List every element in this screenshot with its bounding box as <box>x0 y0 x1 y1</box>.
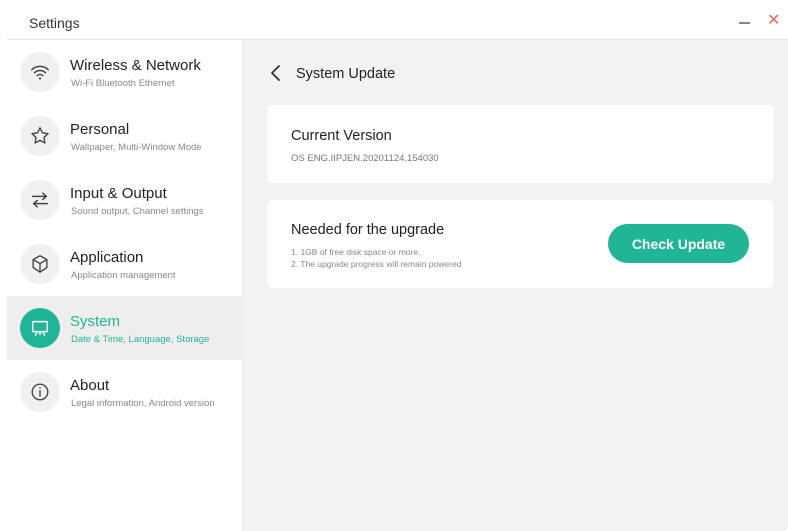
sidebar-item-subtitle: Sound output, Channel settings <box>71 206 204 217</box>
current-version-title: Current Version <box>291 128 392 144</box>
sidebar-item-label: System <box>70 313 121 330</box>
minimize-button[interactable] <box>738 13 752 31</box>
sidebar-item-label: Personal <box>70 121 130 138</box>
sidebar-item-wireless-network[interactable]: Wireless & Network Wi-Fi Bluetooth Ether… <box>7 40 243 104</box>
sidebar-item-label: Application <box>70 249 144 266</box>
check-update-button[interactable]: Check Update <box>608 224 749 263</box>
upgrade-card: Needed for the upgrade 1. 1GB of free di… <box>267 200 774 288</box>
current-version-value: OS ENG.IIPJEN.20201124.154030 <box>291 153 439 164</box>
window-title: Settings <box>29 15 80 31</box>
star-icon <box>20 116 60 156</box>
upgrade-requirement: 2. The upgrade progress will remain powe… <box>291 259 462 269</box>
sidebar-item-subtitle: Date & Time, Language, Storage <box>71 334 210 345</box>
sidebar-item-application[interactable]: Application Application management <box>7 232 243 296</box>
sidebar-item-subtitle: Application management <box>71 270 176 281</box>
sidebar-item-subtitle: Wi-Fi Bluetooth Ethernet <box>71 78 175 89</box>
sidebar-item-about[interactable]: About Legal information, Android version <box>7 360 243 424</box>
cube-icon <box>20 244 60 284</box>
page-header: System Update <box>244 40 788 100</box>
settings-window: Settings ✕ Wireless & Network Wi-Fi Blue… <box>7 5 788 531</box>
sidebar-item-subtitle: Wallpaper, Multi-Window Mode <box>71 142 202 153</box>
upgrade-title: Needed for the upgrade <box>291 222 445 238</box>
main-content: System Update Current Version OS ENG.IIP… <box>244 40 788 531</box>
title-bar: Settings ✕ <box>7 5 788 40</box>
wifi-icon <box>20 52 60 92</box>
sidebar: Wireless & Network Wi-Fi Bluetooth Ether… <box>7 40 243 531</box>
back-button[interactable] <box>266 60 286 86</box>
sidebar-item-input-output[interactable]: Input & Output Sound output, Channel set… <box>7 168 243 232</box>
display-stand-icon <box>20 308 60 348</box>
chevron-left-icon <box>271 65 280 81</box>
current-version-card: Current Version OS ENG.IIPJEN.20201124.1… <box>267 105 774 183</box>
sidebar-item-system[interactable]: System Date & Time, Language, Storage <box>7 296 243 360</box>
sidebar-item-label: Input & Output <box>70 185 167 202</box>
sidebar-item-label: Wireless & Network <box>70 57 201 74</box>
upgrade-requirement: 1. 1GB of free disk space or more. <box>291 247 421 257</box>
sidebar-item-label: About <box>70 377 110 394</box>
sidebar-item-subtitle: Legal information, Android version <box>71 398 215 409</box>
sidebar-item-personal[interactable]: Personal Wallpaper, Multi-Window Mode <box>7 104 243 168</box>
close-button[interactable]: ✕ <box>767 11 780 31</box>
page-title: System Update <box>296 66 396 82</box>
swap-arrows-icon <box>20 180 60 220</box>
info-icon <box>20 372 60 412</box>
